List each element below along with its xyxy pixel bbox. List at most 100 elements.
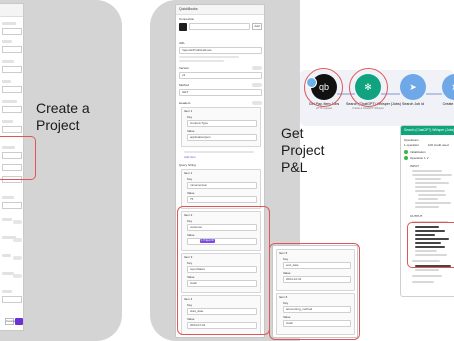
connection-label: Connection [179, 17, 195, 21]
headers-toggle[interactable] [252, 101, 262, 105]
output-row [412, 275, 442, 277]
status-ok-icon [404, 156, 408, 160]
panel-title: QuickBooks [176, 5, 264, 15]
value-label: Value [187, 129, 195, 133]
highlight-box [269, 243, 360, 340]
input-row [415, 206, 439, 208]
input-row [415, 186, 437, 188]
operation-output-panel: Search (ChatGPT) Whisper (Jobs) output O… [400, 125, 454, 297]
node-label: Create [442, 102, 454, 106]
form-input[interactable] [2, 28, 22, 35]
form-label [2, 218, 12, 221]
slide-canvas: Cancel Create a Project QuickBooks Conne… [0, 0, 454, 341]
credits-used: 100 credit used [428, 143, 449, 147]
cancel-button[interactable]: Cancel [5, 318, 15, 325]
header-item-title: Item 1 [184, 109, 193, 113]
form-label [2, 40, 12, 43]
highlight-box [177, 206, 270, 335]
node-sublabel: HTTP request [315, 107, 333, 110]
form-input[interactable] [2, 296, 22, 303]
form-input[interactable] [2, 202, 22, 209]
form-label [2, 60, 14, 63]
status-ok-icon [404, 150, 408, 154]
output-row [412, 281, 434, 283]
search-module-node[interactable]: ➤ [400, 74, 426, 100]
header-value-input[interactable]: application/json [187, 134, 257, 141]
connection-select[interactable] [189, 23, 250, 30]
key-label: Key [187, 115, 193, 119]
highlight-box [407, 222, 454, 268]
form-label [2, 196, 14, 199]
node-label: Search Job id [402, 102, 424, 106]
method-select[interactable]: GET [179, 89, 262, 96]
node-sublabel: Create a ChatGPT Whisper [352, 107, 384, 110]
operation-label[interactable]: Operation 1 ✔ [410, 156, 429, 160]
input-row [415, 190, 445, 192]
value-label: Value [187, 191, 195, 195]
highlight-circle [304, 68, 343, 107]
initialization-label[interactable]: Initialization [410, 150, 426, 154]
form-input[interactable] [2, 106, 22, 113]
url-hint [179, 56, 239, 58]
query-value-input[interactable]: 75 [187, 196, 257, 203]
version-label: Version [179, 66, 190, 70]
input-row [412, 170, 442, 172]
query-string-label: Query String [179, 163, 196, 167]
url-input[interactable]: /reports/ProfitAndLoss [179, 47, 262, 54]
input-section-label: INPUT [410, 164, 419, 168]
url-hint [179, 60, 224, 62]
key-label: Key [187, 177, 193, 181]
form-label [2, 120, 13, 123]
quickbooks-logo-icon [179, 23, 187, 31]
add-header-item-button[interactable]: Add item [184, 155, 196, 159]
create-module-node[interactable]: ➤ [442, 74, 454, 100]
form-input[interactable] [2, 66, 22, 73]
input-row [415, 178, 441, 180]
input-row [418, 198, 438, 200]
highlight-box [0, 136, 36, 180]
headers-label: Headers [179, 101, 191, 105]
version-input[interactable]: v3 [179, 72, 262, 79]
form-input[interactable] [2, 126, 22, 133]
output-section-label: OUTPUT [410, 214, 423, 218]
flow-connector [426, 93, 442, 95]
output-row [415, 269, 439, 271]
form-label [2, 80, 11, 83]
header-key-input[interactable]: Content-Type [187, 120, 257, 127]
query-item-title: Item 1 [184, 171, 193, 175]
arrow-logo-icon: ➤ [442, 74, 454, 100]
highlight-circle [349, 68, 388, 107]
query-key-input[interactable]: minorversion [187, 182, 257, 189]
headers-hint [184, 151, 254, 153]
version-toggle[interactable] [252, 66, 262, 70]
caption-create-project: Create a Project [36, 100, 90, 133]
form-input[interactable] [2, 86, 22, 93]
form-footer: Cancel [5, 318, 23, 325]
save-button[interactable] [15, 318, 23, 325]
form-label [2, 22, 16, 25]
input-row [412, 174, 452, 176]
method-toggle[interactable] [252, 83, 262, 87]
arrow-logo-icon: ➤ [409, 82, 417, 92]
input-row [418, 194, 446, 196]
toggle-switch[interactable] [13, 256, 22, 260]
input-row [415, 182, 449, 184]
form-label [2, 254, 11, 257]
toggle-switch[interactable] [13, 220, 22, 224]
toggle-switch[interactable] [13, 238, 22, 242]
url-label: URL [179, 41, 186, 45]
form-header [0, 4, 23, 17]
form-label [2, 100, 17, 103]
operations-label: Operations [404, 138, 419, 142]
method-label: Method [179, 83, 190, 87]
caption-get-project-pl: Get Project P&L [281, 125, 325, 175]
add-connection-button[interactable]: Add [252, 23, 262, 30]
input-row [415, 202, 451, 204]
header-item-card [181, 107, 261, 147]
query-item-card [181, 169, 261, 209]
toggle-switch[interactable] [13, 274, 22, 278]
operation-count: 1 operation [404, 143, 420, 147]
form-input[interactable] [2, 46, 22, 53]
form-label [2, 290, 12, 293]
output-panel-title: Search (ChatGPT) Whisper (Jobs) output [401, 126, 454, 135]
